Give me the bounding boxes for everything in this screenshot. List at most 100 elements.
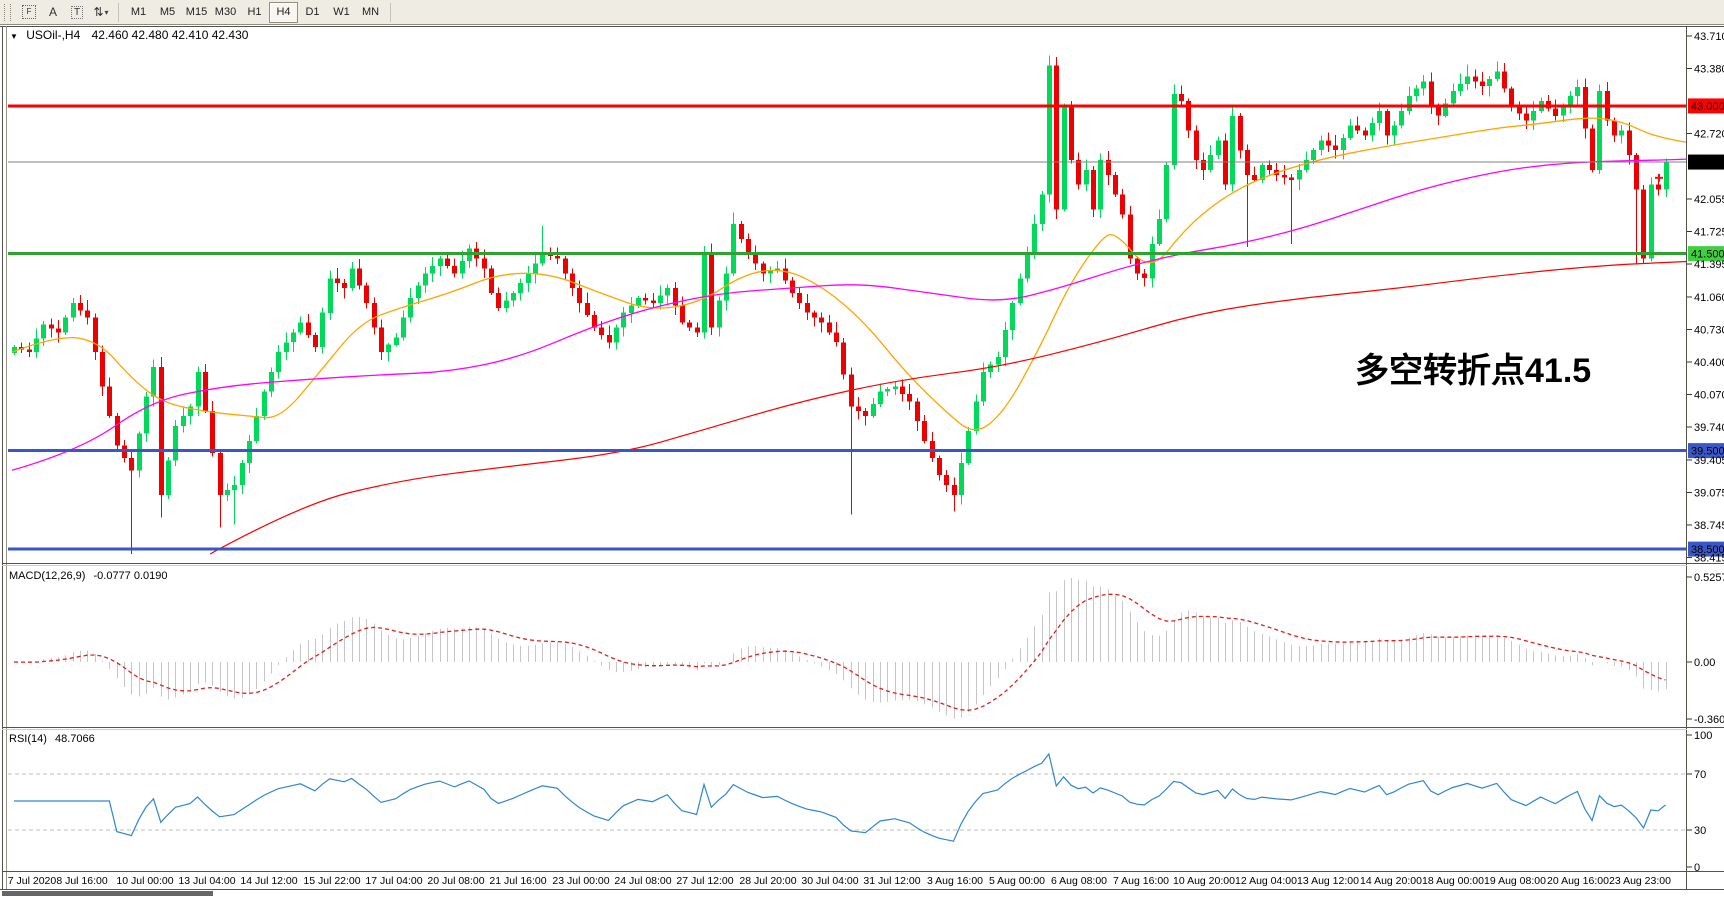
axis-tick-label: 42.055 xyxy=(1694,194,1724,206)
rsi-tick-label: 70 xyxy=(1694,769,1706,781)
time-axis-label: 30 Jul 04:00 xyxy=(801,875,858,887)
candle-body xyxy=(1487,79,1492,86)
candle-body xyxy=(959,463,964,495)
candle-body xyxy=(78,303,83,310)
candle-body xyxy=(518,283,523,293)
candle-body xyxy=(438,259,443,266)
candle-body xyxy=(203,372,208,411)
tf-button-mn[interactable]: MN xyxy=(356,2,385,23)
axis-tick-label: 43.710 xyxy=(1694,31,1724,43)
candle-body xyxy=(607,335,612,342)
cursor-mode-icon[interactable]: ⇅ ▾ xyxy=(89,1,113,23)
candle-body xyxy=(1230,116,1235,185)
candle-body xyxy=(1502,72,1507,89)
time-axis-label: 17 Jul 04:00 xyxy=(365,875,422,887)
candle-body xyxy=(364,286,369,303)
candle-body xyxy=(1392,126,1397,136)
candle-body xyxy=(1399,111,1404,126)
candle-body xyxy=(100,352,105,387)
tf-button-m30[interactable]: M30 xyxy=(211,2,240,23)
axis-tick-label: 39.405 xyxy=(1694,455,1724,467)
candle-body xyxy=(1341,138,1346,150)
candle-body xyxy=(159,367,164,495)
candle-body xyxy=(445,259,450,266)
candle-body xyxy=(1649,185,1654,259)
time-axis-label: 28 Jul 20:00 xyxy=(739,875,796,887)
axis-tick-label: 39.075 xyxy=(1694,487,1724,499)
candle-body xyxy=(533,264,538,274)
candle-body xyxy=(1531,111,1536,121)
axis-tick-label: 43.380 xyxy=(1694,63,1724,75)
time-axis-label: 15 Jul 22:00 xyxy=(303,875,360,887)
dropdown-arrow-icon[interactable]: ▾ xyxy=(105,8,109,17)
slow-ma-line xyxy=(210,262,1687,555)
candle-body xyxy=(1018,278,1023,303)
candle-body xyxy=(790,281,795,293)
time-axis-label: 23 Jul 00:00 xyxy=(552,875,609,887)
candle-body xyxy=(871,404,876,416)
axis-tick-label: 40.070 xyxy=(1694,389,1724,401)
time-axis-label: 20 Jul 08:00 xyxy=(427,875,484,887)
tf-button-m15[interactable]: M15 xyxy=(182,2,211,23)
medium-ma-line xyxy=(12,159,1687,470)
time-axis-label: 7 Aug 16:00 xyxy=(1113,875,1169,887)
candle-body xyxy=(49,325,54,329)
chinese-annotation: 多空转折点41.5 xyxy=(1355,352,1591,390)
period-properties-icon[interactable]: F xyxy=(17,1,41,23)
axis-tick-label: 42.720 xyxy=(1694,128,1724,140)
tf-button-d1[interactable]: D1 xyxy=(298,2,327,23)
time-axis-label: 27 Jul 12:00 xyxy=(676,875,733,887)
candle-body xyxy=(262,392,267,417)
candle-body xyxy=(687,323,692,328)
candle-body xyxy=(570,273,575,288)
candle-body xyxy=(1333,145,1338,150)
tf-button-m1[interactable]: M1 xyxy=(124,2,153,23)
tf-button-m5[interactable]: M5 xyxy=(153,2,182,23)
candle-body xyxy=(218,453,223,495)
macd-tick-label: -0.3603 xyxy=(1694,714,1724,726)
candle-body xyxy=(1451,91,1456,103)
axis-tick-label: 41.060 xyxy=(1694,292,1724,304)
macd-label: MACD(12,26,9) -0.0777 0.0190 xyxy=(9,570,168,582)
candle-body xyxy=(1553,108,1558,115)
candle-body xyxy=(1025,254,1030,279)
candle-body xyxy=(1473,76,1478,81)
candle-body xyxy=(379,328,384,353)
candle-body xyxy=(1157,219,1162,244)
candle-body xyxy=(276,352,281,372)
time-axis-label: 3 Aug 16:00 xyxy=(927,875,983,887)
price-axis: 43.00041.50039.50038.50042.43043.71043.3… xyxy=(1687,31,1724,564)
horizontal-scrollbar-thumb[interactable] xyxy=(2,891,213,896)
candle-body xyxy=(1076,160,1081,185)
candle-body xyxy=(1054,66,1059,210)
time-axis-label: 18 Aug 00:00 xyxy=(1422,875,1484,887)
candle-body xyxy=(1619,131,1624,136)
candle-body xyxy=(629,305,634,312)
candle-body xyxy=(1509,89,1514,106)
time-axis-label: 12 Aug 04:00 xyxy=(1235,875,1297,887)
candle-body xyxy=(1208,155,1213,170)
text-box-icon[interactable]: T xyxy=(65,1,89,23)
time-axis-label: 7 Jul 2020 xyxy=(8,875,57,887)
text-label-icon[interactable]: A xyxy=(41,1,65,23)
candle-body xyxy=(335,278,340,283)
candle-body xyxy=(621,313,626,328)
tf-button-h1[interactable]: H1 xyxy=(240,2,269,23)
candle-body xyxy=(753,254,758,264)
tf-button-w1[interactable]: W1 xyxy=(327,2,356,23)
candle-body xyxy=(555,256,560,259)
time-axis-label: 5 Aug 00:00 xyxy=(989,875,1045,887)
candle-body xyxy=(34,338,39,352)
tf-button-h4[interactable]: H4 xyxy=(269,2,298,23)
candle-body xyxy=(981,372,986,402)
collapse-icon[interactable]: ▼ xyxy=(10,32,18,41)
candle-body xyxy=(1135,259,1140,274)
toolbar-grip[interactable] xyxy=(4,4,11,21)
axis-tick-label: 39.740 xyxy=(1694,422,1724,434)
candle-body xyxy=(1062,106,1067,209)
candle-body xyxy=(298,323,303,333)
candle-body xyxy=(863,411,868,416)
candle-body xyxy=(430,266,435,273)
rsi-tick-label: 100 xyxy=(1694,730,1712,742)
time-axis-label: 6 Aug 08:00 xyxy=(1051,875,1107,887)
